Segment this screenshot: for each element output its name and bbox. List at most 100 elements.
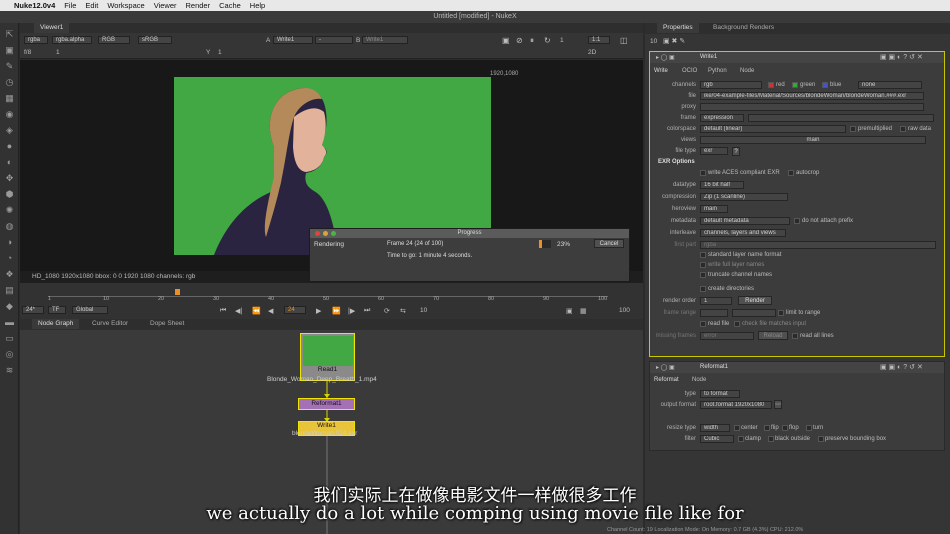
step-back-icon[interactable]: ◀| — [235, 307, 242, 315]
proxy-input[interactable] — [700, 103, 924, 111]
clip-icon[interactable]: ⊘ — [516, 36, 523, 45]
arrow-icon[interactable]: ⇱ — [4, 29, 15, 40]
fps-dropdown[interactable]: 24* — [22, 306, 44, 314]
cancel-button[interactable]: Cancel — [594, 239, 624, 248]
plugins-icon[interactable]: ▬ — [4, 317, 15, 328]
image-icon[interactable]: ▣ — [4, 45, 15, 56]
panel-icons[interactable]: ▸ ◯ ▣ — [656, 54, 675, 61]
red-checkbox[interactable] — [768, 82, 774, 88]
frame-dropdown[interactable]: expression — [700, 114, 744, 122]
tab-node[interactable]: Node — [740, 68, 754, 74]
python-icon[interactable]: ≋ — [4, 365, 15, 376]
menu-render[interactable]: Render — [186, 1, 211, 10]
type-dropdown[interactable]: to format — [700, 390, 740, 398]
keyer-icon[interactable]: ● — [4, 141, 15, 152]
no-prefix-checkbox[interactable] — [794, 218, 800, 224]
metadata-dropdown[interactable]: default metadata — [700, 217, 790, 225]
compare-dropdown[interactable]: - — [315, 36, 353, 44]
aces-checkbox[interactable] — [700, 170, 706, 176]
flip-checkbox[interactable] — [764, 425, 770, 431]
center-checkbox[interactable] — [734, 425, 740, 431]
other-icon[interactable]: ▤ — [4, 285, 15, 296]
tab-background-renders[interactable]: Background Renders — [707, 23, 780, 33]
format-menu-button[interactable]: ⋯ — [774, 400, 782, 409]
panel-icons[interactable]: ▸ ◯ ▣ — [656, 364, 675, 371]
tab-write[interactable]: Write — [654, 68, 668, 74]
tab-dope-sheet[interactable]: Dope Sheet — [144, 319, 190, 329]
file-input[interactable]: ike/04-example-files/Material/Sources/bl… — [700, 92, 924, 100]
furnace-icon[interactable]: ◆ — [4, 301, 15, 312]
reformat-node[interactable]: Reformat1 — [298, 398, 355, 410]
preserve-bbox-checkbox[interactable] — [818, 436, 824, 442]
menu-help[interactable]: Help — [250, 1, 265, 10]
datatype-dropdown[interactable]: 16 bit half — [700, 181, 744, 189]
black-outside-checkbox[interactable] — [768, 436, 774, 442]
app-menu[interactable]: Nuke12.0v4 — [14, 1, 55, 10]
tab-reformat[interactable]: Reformat — [654, 377, 679, 383]
channels-dropdown[interactable]: rgb — [700, 81, 762, 89]
close-icon[interactable] — [315, 231, 320, 236]
file-type-dropdown[interactable]: exr — [700, 147, 728, 155]
output-format-dropdown[interactable]: root.format 1920x1080 — [700, 401, 772, 409]
end-frame[interactable]: 100 — [619, 307, 630, 314]
compression-dropdown[interactable]: Zip (1 scanline) — [700, 193, 788, 201]
loop-icon[interactable]: ⟳ — [384, 307, 390, 315]
smartvector-icon[interactable]: ▭ — [4, 333, 15, 344]
cara-icon[interactable]: ◎ — [4, 349, 15, 360]
tf-dropdown[interactable]: TF — [48, 306, 66, 314]
step-back10-icon[interactable]: ⏪ — [252, 307, 261, 315]
input-a-dropdown[interactable]: Write1 — [273, 36, 313, 44]
camera-icon[interactable]: ◫ — [620, 36, 628, 45]
gain-value[interactable]: 1 — [56, 49, 60, 56]
transform-icon[interactable]: ✥ — [4, 173, 15, 184]
autocrop-checkbox[interactable] — [788, 170, 794, 176]
tab-curve-editor[interactable]: Curve Editor — [86, 319, 134, 329]
view-mode[interactable]: 2D — [588, 49, 596, 56]
pause-icon[interactable]: ⏸ — [530, 36, 534, 46]
render-icon[interactable]: ▦ — [580, 307, 587, 315]
tab-properties[interactable]: Properties — [657, 23, 699, 33]
tab-reformat-node[interactable]: Node — [692, 377, 706, 383]
play-back-icon[interactable]: ◀ — [268, 307, 273, 315]
raw-data-checkbox[interactable] — [900, 126, 906, 132]
heroview-dropdown[interactable]: main — [700, 205, 728, 213]
alpha-dropdown[interactable]: none — [858, 81, 922, 89]
full-layer-checkbox[interactable] — [700, 262, 706, 268]
draw-icon[interactable]: ✎ — [4, 61, 15, 72]
views-icon[interactable]: ◑ — [4, 237, 15, 248]
gamma-value[interactable]: 1 — [218, 49, 222, 56]
refresh-icon[interactable]: ↻ — [544, 36, 551, 45]
read-file-checkbox[interactable] — [700, 321, 706, 327]
display-dropdown[interactable]: RGB — [98, 36, 130, 44]
check-file-checkbox[interactable] — [734, 321, 740, 327]
channels-dropdown[interactable]: rgba — [24, 36, 48, 44]
frame-range-start[interactable] — [700, 309, 728, 317]
prev-key-icon[interactable]: ⏮ — [220, 307, 226, 315]
std-layer-checkbox[interactable] — [700, 252, 706, 258]
color-icon[interactable]: ◉ — [4, 109, 15, 120]
first-part-dropdown[interactable]: rgba — [700, 241, 936, 249]
3d-icon[interactable]: ⬢ — [4, 189, 15, 200]
tab-node-graph[interactable]: Node Graph — [32, 319, 80, 329]
render-button[interactable]: Render — [738, 296, 772, 305]
premultiplied-checkbox[interactable] — [850, 126, 856, 132]
lock-icon[interactable]: ▣ ✖ ✎ — [663, 37, 685, 45]
filter-icon[interactable]: ◈ — [4, 125, 15, 136]
menu-viewer[interactable]: Viewer — [154, 1, 177, 10]
zoom-dropdown[interactable]: 1:1 — [588, 36, 610, 44]
panel-controls[interactable]: ▣ ▣ ◐ ? ↺ ✕ — [880, 53, 923, 61]
minimize-icon[interactable] — [323, 231, 328, 236]
create-dirs-checkbox[interactable] — [700, 286, 706, 292]
menu-cache[interactable]: Cache — [219, 1, 241, 10]
toolsets-icon[interactable]: ❖ — [4, 269, 15, 280]
render-order-input[interactable]: 1 — [700, 297, 732, 305]
roi-icon[interactable]: ▣ — [502, 36, 510, 45]
channel-icon[interactable]: ▦ — [4, 93, 15, 104]
tab-ocio[interactable]: OCIO — [682, 68, 697, 74]
step-fwd10-icon[interactable]: ⏩ — [332, 307, 341, 315]
menu-workspace[interactable]: Workspace — [107, 1, 144, 10]
read-all-lines-checkbox[interactable] — [792, 333, 798, 339]
panel-controls[interactable]: ▣ ▣ ◐ ? ↺ ✕ — [880, 363, 923, 371]
clamp-checkbox[interactable] — [738, 436, 744, 442]
input-b-dropdown[interactable]: Write1 — [362, 36, 408, 44]
